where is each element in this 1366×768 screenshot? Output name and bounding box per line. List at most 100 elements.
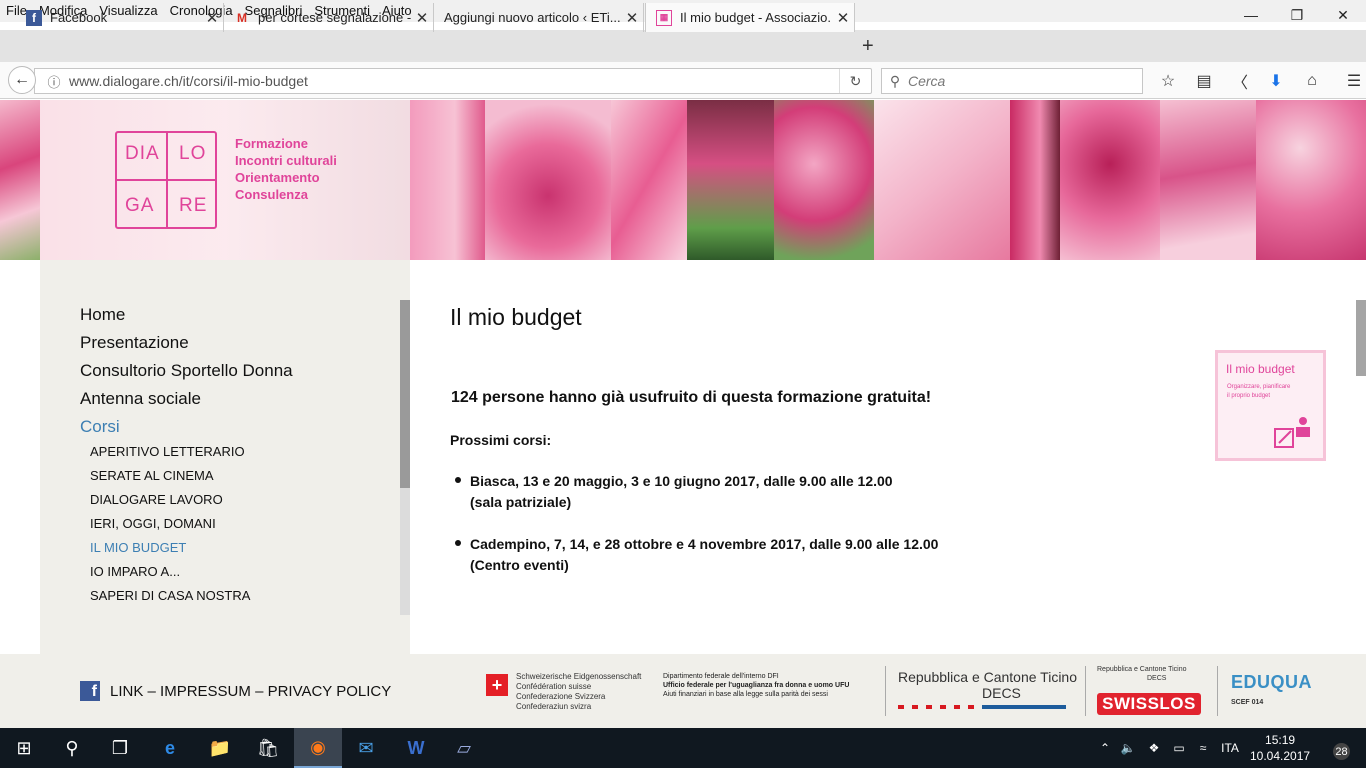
store-icon[interactable]: 🛍 [244,728,292,768]
banner-photo [874,100,1010,260]
logo-cell: LO [179,143,207,164]
swisslos-logo[interactable]: Repubblica e Cantone Ticino DECS SWISSLO… [1097,665,1202,715]
edge-icon[interactable]: e [146,728,194,768]
sidebar-subitem-ieri-oggi[interactable]: IERI, OGGI, DOMANI [90,516,216,531]
sidebar-subitem-io-imparo[interactable]: IO IMPARO A... [90,564,180,579]
logo-grid: DIA LO GA RE [115,131,217,229]
wifi-icon[interactable]: ≈ [1191,741,1215,755]
sidebar-scrollbar[interactable] [400,300,410,615]
maximize-icon[interactable]: ❐ [1274,0,1320,30]
language-indicator[interactable]: ITA [1215,741,1245,755]
close-tab-icon[interactable]: ✕ [832,9,854,27]
chevron-up-icon[interactable]: ⌃ [1095,741,1115,755]
confederation-line: Schweizerische Eidgenossenschaft [516,672,642,681]
sidebar-item-corsi[interactable]: Corsi [80,417,120,437]
dropbox-icon[interactable]: ❖ [1141,741,1167,755]
back-icon[interactable]: ← [8,66,36,94]
footer-link-link[interactable]: LINK [110,683,143,700]
card-subtitle-line: il proprio budget [1227,393,1271,399]
new-tab-icon[interactable]: + [862,35,874,58]
eduqua-wordmark: EDUQUA [1231,672,1313,692]
facebook-icon: f [26,9,42,26]
person-writing-icon [1274,417,1310,448]
sidebar-subitem-il-mio-budget[interactable]: IL MIO BUDGET [90,540,186,555]
action-center-icon[interactable]: 28 [1324,736,1350,760]
bookmark-star-icon[interactable]: ☆ [1150,68,1186,94]
tagline-line: Formazione [235,136,308,151]
footer-separator: – [147,683,156,700]
clock[interactable]: 15:19 10.04.2017 [1250,732,1310,764]
header-banner: DIA LO GA RE Formazione Incontri cultura… [0,100,1366,260]
sidebar-item-home[interactable]: Home [80,305,125,325]
battery-icon[interactable]: ▭ [1167,741,1191,755]
windows-start-icon[interactable]: ⊞ [0,728,48,768]
facebook-icon[interactable]: f [80,681,100,701]
ticino-stripe [898,705,974,709]
file-explorer-icon[interactable]: 📁 [196,728,244,768]
reload-icon[interactable]: ↻ [839,69,871,93]
sidebar: Home Presentazione Consultorio Sportello… [40,260,410,654]
volume-icon[interactable]: 🔈 [1115,741,1141,755]
tab-wordpress[interactable]: Aggiungi nuovo articolo ‹ ETi... ✕ [434,3,644,32]
tab-gmail[interactable]: M per cortese segnalazione -... ✕ [224,3,434,32]
close-tab-icon[interactable]: ✕ [621,9,643,27]
swisslos-badge: SWISSLOS [1097,693,1201,715]
site-logo[interactable]: DIA LO GA RE Formazione Incontri cultura… [40,100,410,260]
confederation-line: Confederaziun svizra [516,702,592,711]
cantone-ticino-logo[interactable]: Repubblica e Cantone Ticino DECS [898,669,1078,709]
tab-title: Il mio budget - Associazio... [680,10,832,25]
close-window-icon[interactable]: ✕ [1320,0,1366,30]
url-text[interactable]: www.dialogare.ch/it/corsi/il-mio-budget [69,73,308,89]
sidebar-subitem-dialogare-lavoro[interactable]: DIALOGARE LAVORO [90,492,223,507]
lead-text: 124 persone hanno già usufruito di quest… [451,389,932,406]
dfi-line: Ufficio federale per l'uguaglianza fra d… [663,682,850,689]
tab-il-mio-budget[interactable]: ▦ Il mio budget - Associazio... ✕ [645,3,855,32]
sidebar-subitem-aperitivo[interactable]: APERITIVO LETTERARIO [90,444,245,459]
outlook-icon[interactable]: ✉ [342,728,390,768]
page-scrollbar-thumb[interactable] [1356,300,1366,376]
sidebar-item-presentazione[interactable]: Presentazione [80,333,189,353]
tab-bar [0,30,1366,62]
search-input[interactable]: ⚲ Cerca [881,68,1143,94]
course-card-image: Il mio budget Organizzare, pianificare i… [1215,350,1326,461]
eduqua-logo[interactable]: EDUQUA SCEF 014 [1231,672,1312,706]
banner-photo [1060,100,1160,260]
task-view-icon[interactable]: ❐ [96,728,144,768]
tab-facebook[interactable]: f Facebook ✕ [16,3,224,32]
banner-photo [1010,100,1060,260]
sidebar-scroll-thumb[interactable] [400,300,410,488]
footer-link-privacy[interactable]: PRIVACY POLICY [268,683,392,700]
swisslos-caption: Repubblica e Cantone Ticino [1097,666,1187,673]
nav-bar: ⓘ www.dialogare.ch/it/corsi/il-mio-budge… [0,62,1366,99]
gmail-icon: M [237,10,247,25]
course-item: Cadempino, 7, 14, e 28 ottobre e 4 novem… [455,534,938,576]
course-venue: (sala patriziale) [470,494,572,510]
sidebar-item-antenna-sociale[interactable]: Antenna sociale [80,389,201,409]
sidebar-subitem-serate[interactable]: SERATE AL CINEMA [90,468,214,483]
footer-divider [1217,666,1218,716]
ticino-line: Repubblica e Cantone Ticino [898,669,1078,685]
tagline-line: Orientamento [235,170,320,185]
footer-divider [885,666,886,716]
info-icon[interactable]: ⓘ [39,72,69,91]
banner-photo [611,100,687,260]
footer-link-impressum[interactable]: IMPRESSUM [160,683,251,700]
home-icon[interactable]: ⌂ [1294,68,1330,94]
pocket-icon[interactable]: 〈 [1222,68,1258,94]
search-icon[interactable]: ⚲ [48,728,96,768]
download-icon[interactable]: ⬇ [1258,68,1294,94]
sidebar-subitem-saperi[interactable]: SAPERI DI CASA NOSTRA [90,588,250,603]
reading-list-icon[interactable]: ▤ [1186,68,1222,94]
hamburger-menu-icon[interactable]: ☰ [1336,68,1366,94]
sidebar-item-consultorio[interactable]: Consultorio Sportello Donna [80,361,293,381]
word-icon[interactable]: W [392,728,440,768]
minimize-icon[interactable]: — [1228,0,1274,30]
firefox-icon[interactable]: ◉ [294,728,342,768]
url-bar[interactable]: ⓘ www.dialogare.ch/it/corsi/il-mio-budge… [34,68,872,94]
logo-cell: GA [125,195,155,216]
close-tab-icon[interactable]: ✕ [411,9,433,27]
confederation-line: Confédération suisse [516,682,592,691]
logo-tagline: Formazione Incontri culturali Orientamen… [235,135,337,203]
close-tab-icon[interactable]: ✕ [201,9,223,27]
app-icon[interactable]: ▱ [440,728,488,768]
